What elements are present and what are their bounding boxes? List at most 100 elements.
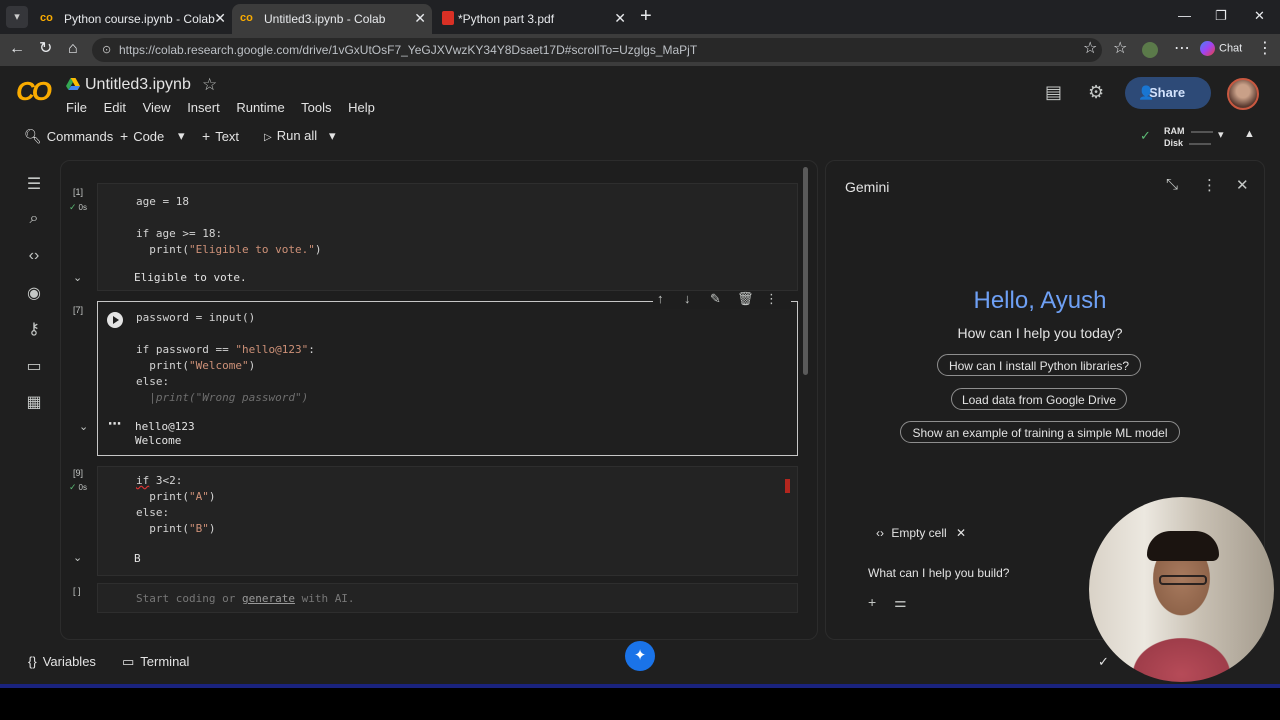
star-icon[interactable]: ☆ xyxy=(202,75,217,95)
minimize-icon[interactable]: — xyxy=(1178,8,1191,23)
gemini-fab-button[interactable]: ✦ xyxy=(625,641,655,671)
window-close-icon[interactable]: ✕ xyxy=(1254,8,1265,24)
gemini-prompt-input[interactable]: What can I help you build? xyxy=(868,566,1009,580)
back-icon[interactable]: ← xyxy=(9,40,25,58)
new-tab-icon[interactable]: + xyxy=(640,6,652,26)
string-literal: "B" xyxy=(188,522,209,535)
menu-edit[interactable]: Edit xyxy=(104,100,126,115)
notebook-scrollbar[interactable] xyxy=(803,167,808,375)
add-attachment-icon[interactable]: + xyxy=(868,594,876,610)
secrets-key-icon[interactable]: ⚷ xyxy=(24,319,44,339)
code-snippets-icon[interactable]: ‹› xyxy=(24,247,44,265)
bookmark-star-icon[interactable]: ☆ xyxy=(1083,40,1097,58)
share-button[interactable]: 👤 Share xyxy=(1125,77,1211,109)
notebook-toolbar: 🔍︎ Commands + Code ▾ + Text ▷ Run all ▾ ✓ RA… xyxy=(14,122,1266,152)
string-literal: "hello@123" xyxy=(235,343,309,356)
code-editor[interactable]: age = 18 if age >= 18: print("Eligible t… xyxy=(136,194,321,258)
menu-runtime[interactable]: Runtime xyxy=(236,100,284,115)
chat-label: Chat xyxy=(1219,42,1243,55)
tab-title: *Python part 3.pdf xyxy=(458,12,555,26)
menu-view[interactable]: View xyxy=(143,100,171,115)
gemini-subtitle: How can I help you today? xyxy=(957,325,1123,341)
favorites-icon[interactable]: ☆ xyxy=(1113,40,1127,58)
home-icon[interactable]: ⌂ xyxy=(68,40,78,58)
run-all-button[interactable]: ▷ Run all xyxy=(264,128,317,143)
data-table-icon[interactable]: ▦ xyxy=(24,392,44,412)
close-icon[interactable]: ✕ xyxy=(414,10,426,27)
code-editor[interactable]: if 3<2: print("A") else: print("B") xyxy=(136,473,215,537)
suggestion-chip[interactable]: Show an example of training a simple ML … xyxy=(900,421,1180,443)
site-info-icon[interactable]: ⊙ xyxy=(102,43,111,56)
address-bar[interactable]: ⊙ https://colab.research.google.com/driv… xyxy=(92,38,1102,62)
close-panel-icon[interactable]: ✕ xyxy=(1236,176,1249,194)
add-code-button[interactable]: + Code xyxy=(120,128,164,144)
browser-tab-active[interactable]: co Untitled3.ipynb - Colab ✕ xyxy=(232,4,432,34)
copilot-chat-button[interactable]: Chat xyxy=(1200,41,1242,56)
settings-gear-icon[interactable]: ⚙ xyxy=(1088,82,1104,103)
move-cell-up-icon[interactable]: ↑ xyxy=(657,291,664,306)
collapse-output-icon[interactable]: ⌄ xyxy=(73,271,82,284)
files-folder-icon[interactable]: ▭ xyxy=(24,356,44,376)
menu-file[interactable]: File xyxy=(66,100,87,115)
tab-title: Untitled3.ipynb - Colab xyxy=(264,12,386,26)
runtime-dropdown-icon[interactable]: ▾ xyxy=(1218,128,1224,141)
extension-icon[interactable] xyxy=(1142,42,1158,58)
maximize-icon[interactable]: ❐ xyxy=(1215,8,1227,24)
menu-insert[interactable]: Insert xyxy=(187,100,220,115)
empty-cell-placeholder[interactable]: Start coding or generate with AI. xyxy=(136,592,355,605)
output-actions-icon[interactable]: ⋯ xyxy=(108,416,121,432)
remove-context-icon[interactable]: ✕ xyxy=(956,526,966,540)
tab-search-icon[interactable]: ▾ xyxy=(6,6,28,28)
run-all-dropdown-icon[interactable]: ▾ xyxy=(329,128,336,144)
delete-cell-icon[interactable]: 🗑︎ xyxy=(737,291,754,307)
browser-tab[interactable]: *Python part 3.pdf ✕ xyxy=(432,4,632,34)
collapse-output-icon[interactable]: ⌄ xyxy=(73,551,82,564)
collapse-header-icon[interactable]: ▲ xyxy=(1244,128,1255,140)
terminal-button[interactable]: ▭ Terminal xyxy=(122,654,189,670)
find-replace-icon[interactable]: ⌕ xyxy=(24,210,44,228)
run-cell-button[interactable] xyxy=(107,312,123,328)
more-actions-icon[interactable]: ⋮ xyxy=(765,291,778,307)
webcam-person-glasses xyxy=(1159,575,1207,585)
sidebar-more-icon[interactable]: ⋮ xyxy=(1257,40,1273,58)
code-editor[interactable]: password = input() if password == "hello… xyxy=(136,310,315,406)
generate-link[interactable]: generate xyxy=(242,592,295,605)
variables-inspector-icon[interactable]: ◉ xyxy=(24,283,44,303)
move-cell-down-icon[interactable]: ↓ xyxy=(684,291,691,306)
code-line-commented: |print("Wrong password") xyxy=(136,391,309,404)
taskbar-edge xyxy=(0,684,1280,688)
comment-icon[interactable]: ▤ xyxy=(1045,82,1062,103)
add-code-dropdown-icon[interactable]: ▾ xyxy=(178,128,185,144)
close-icon[interactable]: ✕ xyxy=(614,10,626,27)
command-palette-button[interactable]: 🔍︎ Commands xyxy=(24,128,113,145)
execution-count: [ ] xyxy=(73,586,81,596)
notebook-title[interactable]: Untitled3.ipynb xyxy=(85,76,191,94)
suggestion-chip[interactable]: How can I install Python libraries? xyxy=(937,354,1141,376)
string-literal: "Welcome" xyxy=(188,359,249,372)
suggestion-chip[interactable]: Load data from Google Drive xyxy=(951,388,1127,410)
menu-tools[interactable]: Tools xyxy=(301,100,331,115)
more-options-icon[interactable]: ⋮ xyxy=(1202,176,1217,194)
browser-tab[interactable]: co Python course.ipynb - Colab ✕ xyxy=(32,4,232,34)
plus-icon: + xyxy=(202,128,211,144)
code-cell[interactable]: if 3<2: print("A") else: print("B") xyxy=(97,466,798,576)
more-menu-icon[interactable]: ⋯ xyxy=(1174,40,1190,58)
close-icon[interactable]: ✕ xyxy=(214,10,226,27)
code-line: print("Eligible to vote.") xyxy=(136,243,322,256)
string-literal: "Eligible to vote." xyxy=(188,243,315,256)
code-cell-focused[interactable]: password = input() if password == "hello… xyxy=(79,301,798,456)
reload-icon[interactable]: ↻ xyxy=(39,40,52,58)
tune-settings-icon[interactable]: ⚌ xyxy=(894,594,907,611)
ram-bar xyxy=(1190,130,1213,133)
resource-monitor[interactable]: RAM Disk xyxy=(1164,125,1213,149)
edit-with-ai-icon[interactable]: ✎ xyxy=(710,291,721,307)
collapse-output-icon[interactable]: ⌄ xyxy=(79,420,88,433)
variables-button[interactable]: {} Variables xyxy=(28,654,96,669)
pop-out-icon[interactable]: ⤡ xyxy=(1166,176,1178,193)
add-text-button[interactable]: + Text xyxy=(202,128,239,144)
colab-logo-icon[interactable]: CO xyxy=(16,76,52,107)
context-chip[interactable]: ‹› Empty cell ✕ xyxy=(870,521,976,545)
table-of-contents-icon[interactable]: ☰ xyxy=(24,174,44,194)
avatar[interactable] xyxy=(1227,78,1259,110)
menu-help[interactable]: Help xyxy=(348,100,375,115)
